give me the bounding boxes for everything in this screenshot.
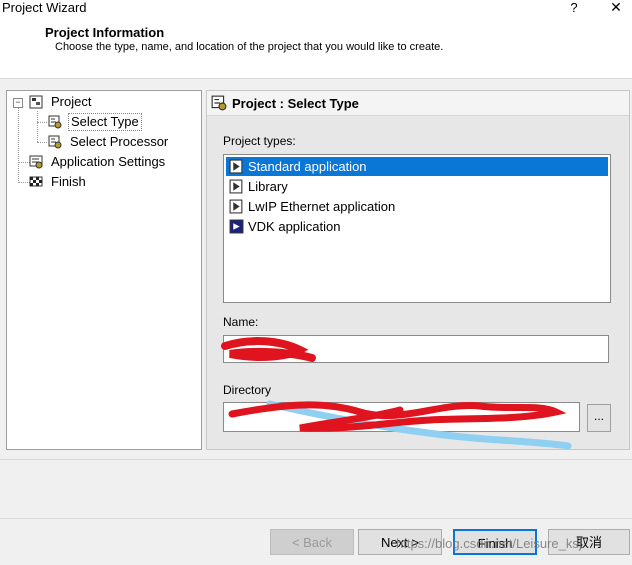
project-icon [29, 95, 43, 109]
name-label: Name: [223, 315, 259, 329]
panel-title: Project : Select Type [232, 96, 359, 111]
project-types-list[interactable]: Standard application Library LwIP Ethern… [223, 154, 611, 303]
project-name-input[interactable] [223, 335, 609, 363]
select-type-icon [48, 115, 62, 129]
browse-button[interactable]: ... [587, 404, 611, 432]
application-icon [229, 159, 243, 174]
directory-input[interactable] [223, 402, 580, 432]
finish-flag-icon [29, 176, 43, 187]
divider [0, 459, 632, 460]
tree-connector [37, 111, 38, 142]
page-heading: Project Information [45, 25, 165, 40]
page-subtext: Choose the type, name, and location of t… [55, 41, 444, 53]
tree-connector [37, 122, 47, 123]
tree-connector [18, 107, 19, 183]
library-icon [229, 179, 243, 194]
collapse-icon[interactable]: − [13, 98, 23, 108]
select-type-panel: Project : Select Type Project types: Sta… [206, 90, 630, 450]
tree-item-label: Project [51, 94, 92, 109]
window-title: Project Wizard [2, 0, 87, 15]
project-types-label: Project types: [223, 134, 296, 148]
project-type-label: Library [248, 179, 288, 194]
project-type-label: Standard application [248, 159, 367, 174]
tree-item-label: Select Type [68, 113, 142, 131]
tree-item-label: Finish [51, 174, 86, 189]
project-type-label: VDK application [248, 219, 341, 234]
close-button[interactable]: ✕ [608, 0, 624, 16]
select-type-icon [211, 95, 227, 111]
application-icon [229, 199, 243, 214]
tree-item-label: Select Processor [70, 134, 169, 149]
processor-icon [48, 135, 62, 149]
project-type-standard-application[interactable]: Standard application [226, 157, 608, 176]
tree-item-label: Application Settings [51, 154, 166, 169]
project-type-library[interactable]: Library [226, 177, 608, 196]
tree-connector [37, 142, 47, 143]
watermark: https://blog.csdn.net/Leisure_ksj [396, 536, 582, 551]
project-type-label: LwIP Ethernet application [248, 199, 396, 214]
project-type-vdk-application[interactable]: VDK application [226, 217, 608, 236]
vdk-icon [229, 219, 244, 234]
directory-label: Directory [223, 383, 272, 397]
wizard-steps-tree: − Project Select Type Select Processor A… [6, 90, 202, 450]
settings-icon [29, 155, 43, 169]
back-button[interactable]: < Back [270, 529, 354, 555]
project-type-lwip-ethernet[interactable]: LwIP Ethernet application [226, 197, 608, 216]
help-button[interactable]: ? [567, 0, 581, 15]
